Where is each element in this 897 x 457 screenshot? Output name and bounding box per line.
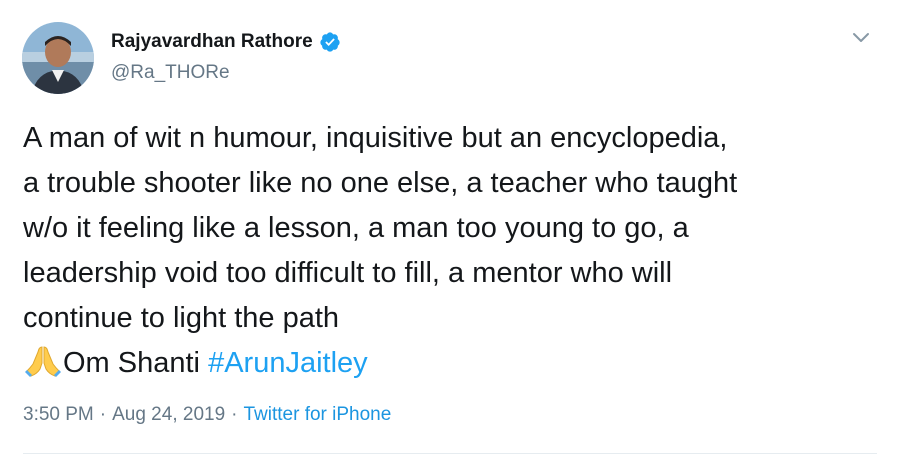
- closing-text: Om Shanti: [63, 347, 209, 379]
- divider: [23, 453, 877, 454]
- tweet-date[interactable]: Aug 24, 2019: [112, 404, 225, 425]
- avatar[interactable]: [22, 22, 94, 94]
- meta-separator: ·: [99, 404, 107, 425]
- tweet-text-line: leadership void too difficult to fill, a…: [23, 257, 673, 289]
- tweet-text-line: w/o it feeling like a lesson, a man too …: [23, 212, 689, 244]
- chevron-down-icon[interactable]: [851, 30, 871, 46]
- tweet-text-line: A man of wit n humour, inquisitive but a…: [23, 122, 728, 154]
- author-block: Rajyavardhan Rathore @Ra_THORe: [111, 30, 341, 85]
- verified-badge-icon: [319, 31, 341, 53]
- tweet-meta: 3:50 PM · Aug 24, 2019 · Twitter for iPhone: [23, 402, 391, 428]
- tweet-source-link[interactable]: Twitter for iPhone: [243, 404, 391, 425]
- meta-separator: ·: [231, 404, 238, 425]
- hashtag-link[interactable]: #ArunJaitley: [208, 347, 368, 379]
- author-handle[interactable]: @Ra_THORe: [111, 61, 341, 85]
- tweet-text-line: a trouble shooter like no one else, a te…: [23, 167, 738, 199]
- tweet-closing-line: Om Shanti #ArunJaitley: [23, 341, 878, 386]
- tweet-card: Rajyavardhan Rathore @Ra_THORe A man of …: [0, 0, 897, 457]
- author-name[interactable]: Rajyavardhan Rathore: [111, 30, 313, 54]
- tweet-time[interactable]: 3:50 PM: [23, 404, 94, 425]
- folded-hands-icon: [23, 344, 63, 378]
- tweet-text: A man of wit n humour, inquisitive but a…: [23, 116, 878, 386]
- tweet-text-line: continue to light the path: [23, 302, 340, 334]
